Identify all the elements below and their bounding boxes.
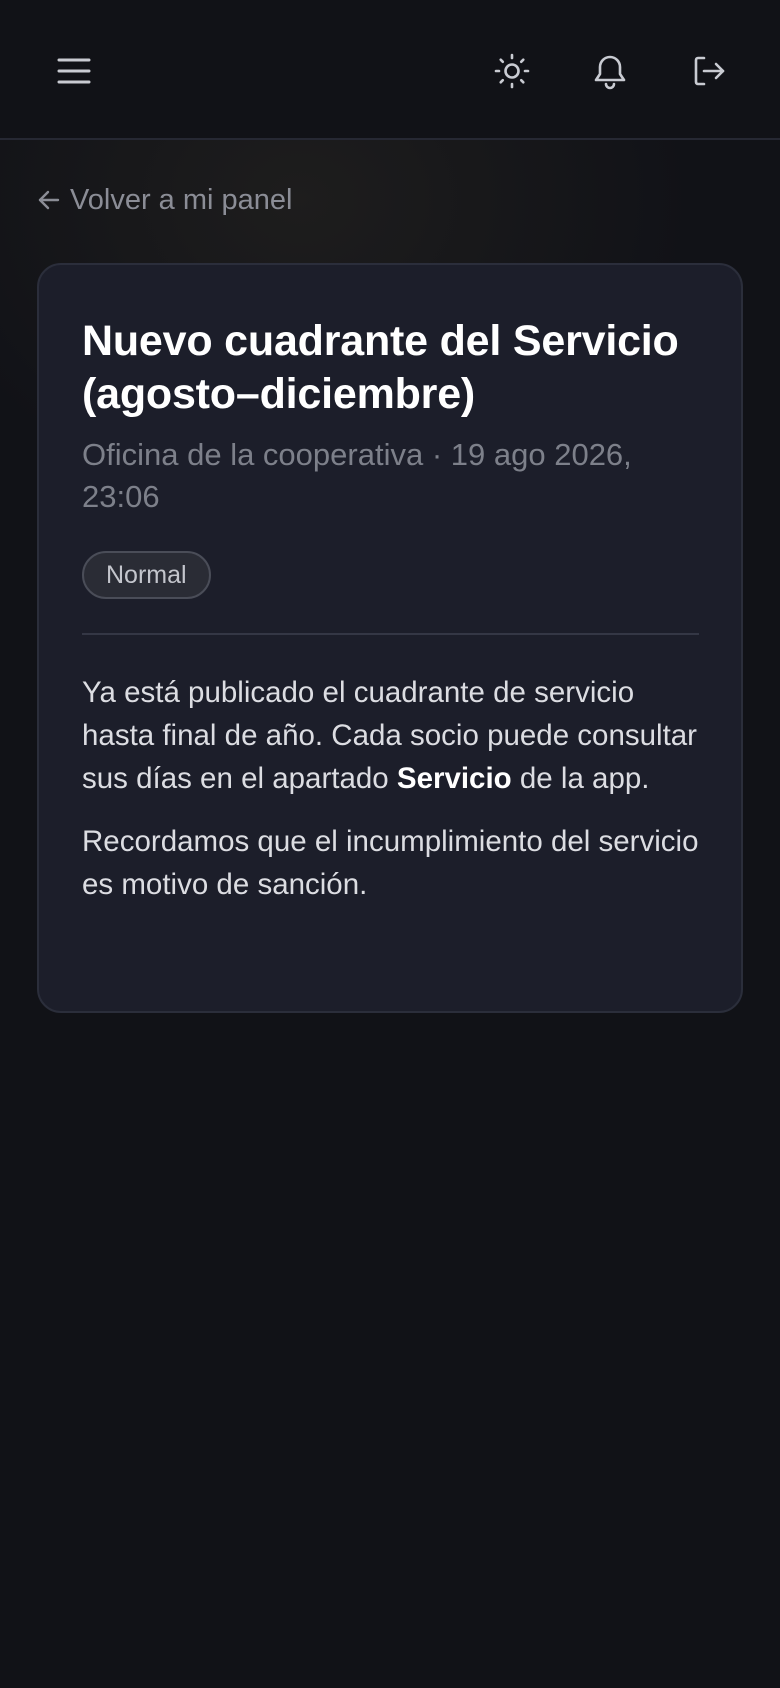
back-link-label: Volver a mi panel — [70, 183, 293, 216]
notice-card: Nuevo cuadrante del Servicio (agosto–dic… — [37, 263, 743, 1013]
notice-title: Nuevo cuadrante del Servicio (agosto–dic… — [82, 317, 679, 418]
menu-button[interactable] — [44, 41, 104, 101]
notice-meta: Oficina de la cooperativa · 19 ago 2026,… — [82, 434, 699, 518]
back-to-panel-link[interactable]: Volver a mi panel — [38, 180, 292, 220]
notifications-button[interactable] — [580, 41, 640, 101]
notice-author: Oficina de la cooperativa — [82, 437, 424, 472]
arrow-left-icon — [38, 190, 60, 210]
priority-badge: Normal — [82, 551, 211, 599]
service-section-name: Servicio — [396, 762, 512, 795]
top-bar — [0, 0, 780, 140]
logout-button[interactable] — [679, 41, 739, 101]
notice-paragraph: Ya está publicado el cuadrante de servic… — [82, 671, 699, 800]
notice-body: Ya está publicado el cuadrante de servic… — [82, 671, 699, 906]
divider — [82, 633, 699, 635]
theme-toggle-button[interactable] — [482, 41, 542, 101]
paragraph-text: de la app. — [511, 762, 650, 795]
menu-icon — [57, 58, 91, 84]
bell-icon — [594, 55, 626, 90]
meta-separator: · — [431, 437, 443, 472]
notice-paragraph: Recordamos que el incumplimiento del ser… — [82, 825, 699, 901]
sun-icon — [494, 53, 530, 89]
logout-icon — [694, 56, 725, 86]
